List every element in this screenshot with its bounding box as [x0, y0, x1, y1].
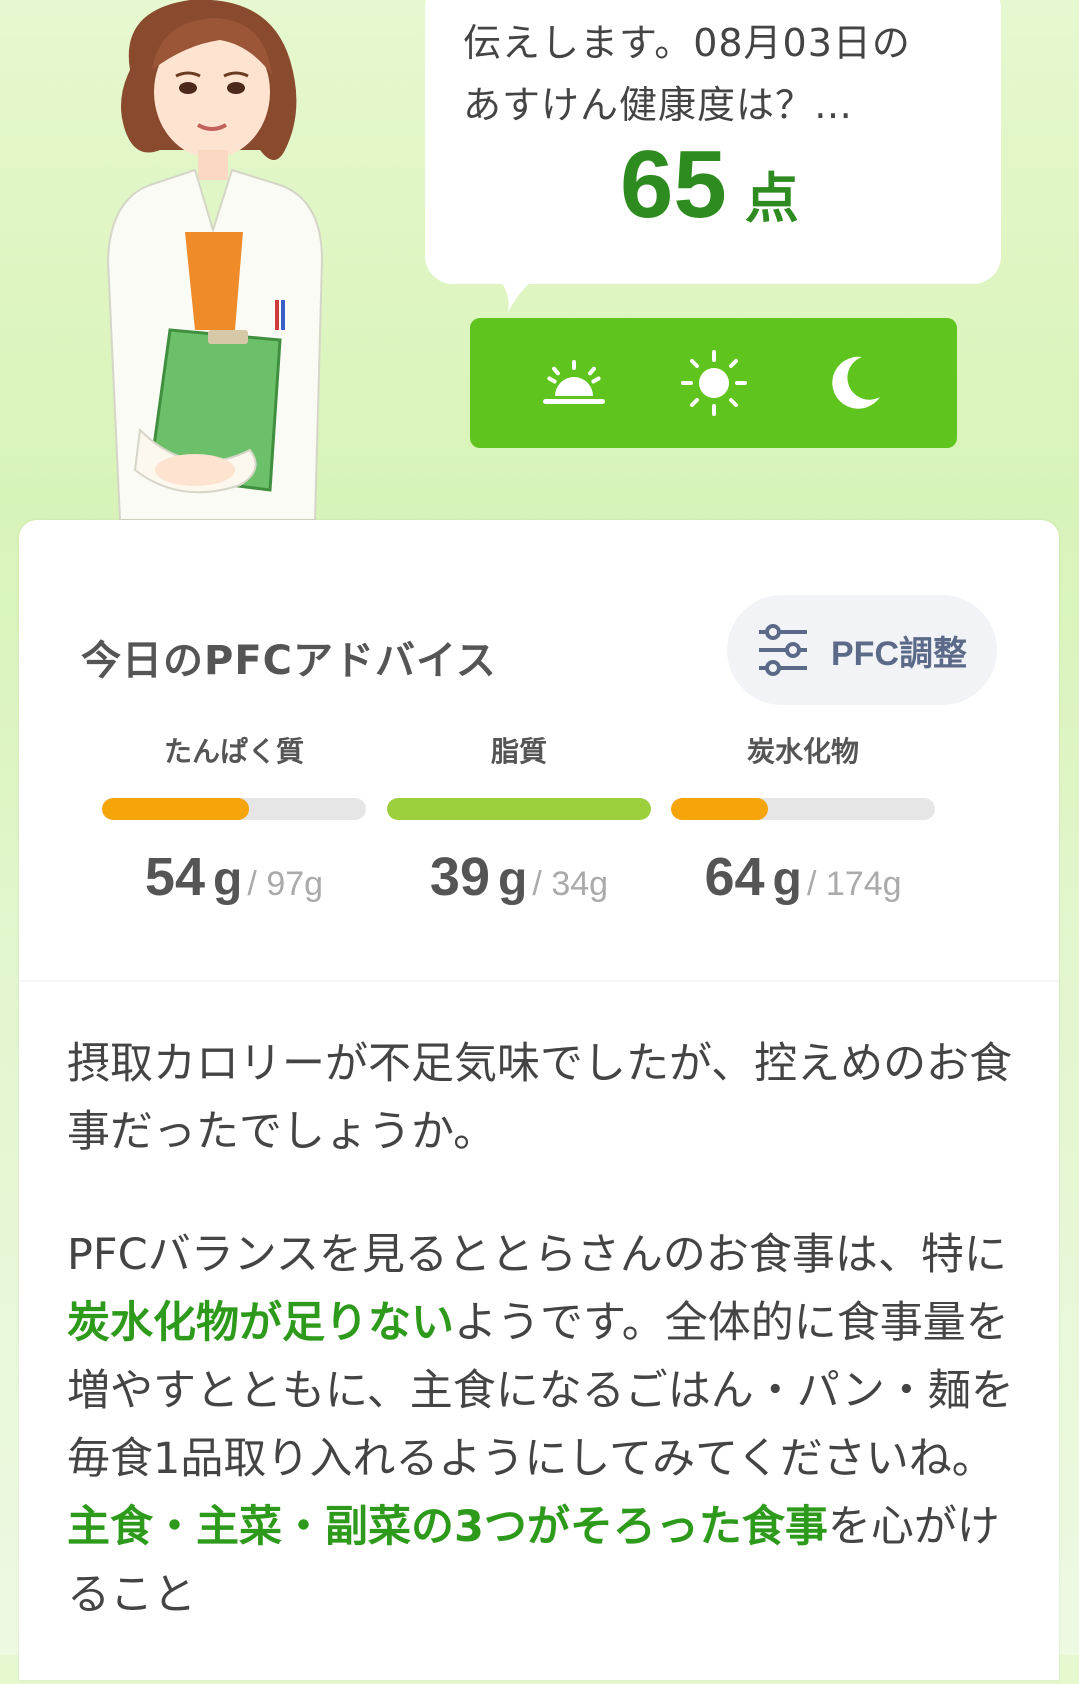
highlight-balanced-meal: 主食・主菜・副菜の3つがそろった食事: [67, 1502, 828, 1552]
progress-track: [671, 798, 935, 820]
progress-fill: [387, 798, 651, 820]
nutrient-amount: 64 g / 174g: [671, 846, 935, 908]
current-amount: 54: [144, 847, 205, 907]
bubble-message: 伝えします。08月03日の あすけん健康度は？…: [463, 12, 983, 136]
current-amount: 39: [429, 847, 490, 907]
nutrient-name: 炭水化物: [746, 735, 859, 768]
sliders-icon: [759, 624, 807, 676]
bubble-line-1: 伝えします。08月03日の: [463, 21, 911, 65]
sunrise-icon: [542, 360, 605, 404]
current-unit: g: [213, 853, 243, 906]
current-amount: 64: [704, 847, 765, 907]
score-unit: 点: [744, 167, 799, 230]
nutrient-fat: 脂質 39 g / 34g: [387, 730, 651, 908]
progress-fill: [102, 798, 250, 820]
divider: [19, 980, 1059, 982]
target-amount: / 97g: [247, 865, 324, 903]
noon-button[interactable]: [644, 333, 784, 433]
nutrient-amount: 54 g / 97g: [102, 846, 366, 908]
pfc-advice-card: 今日のPFCアドバイス PFC調整 たんぱく質 54 g / 97g 脂質 39 g…: [19, 520, 1059, 1680]
target-amount: / 174g: [806, 865, 902, 903]
current-unit: g: [772, 853, 802, 906]
score-value: 65: [620, 131, 727, 238]
night-button[interactable]: [784, 333, 924, 433]
nutrient-name: 脂質: [490, 735, 547, 768]
nutrient-protein: たんぱく質 54 g / 97g: [102, 730, 366, 908]
advice-paragraph-2: PFCバランスを見るととらさんのお食事は、特に炭水化物が足りないようです。全体的…: [67, 1230, 1014, 1620]
sun-icon: [680, 350, 747, 416]
card-title: 今日のPFCアドバイス: [81, 638, 497, 684]
advice-text: 摂取カロリーが不足気味でしたが、控えめのお食事だったでしょうか。 PFCバランス…: [67, 1030, 1037, 1684]
progress-fill: [671, 798, 769, 820]
morning-button[interactable]: [504, 333, 644, 433]
nutrient-name: たんぱく質: [163, 735, 304, 768]
doctor-illustration: [106, 0, 324, 520]
pfc-adjust-label: PFC調整: [831, 634, 967, 673]
nutrient-carbs: 炭水化物 64 g / 174g: [671, 730, 935, 908]
bubble-line-2: あすけん健康度は？…: [463, 83, 854, 127]
moon-icon: [831, 356, 880, 409]
pfc-adjust-button[interactable]: PFC調整: [727, 595, 997, 705]
current-unit: g: [498, 853, 528, 906]
meal-time-selector: [470, 318, 957, 448]
health-score: 65 点: [620, 130, 799, 240]
progress-track: [387, 798, 651, 820]
target-amount: / 34g: [532, 865, 609, 903]
nutrient-amount: 39 g / 34g: [387, 846, 651, 908]
speech-bubble-tail: [490, 270, 550, 312]
advice-paragraph-1: 摂取カロリーが不足気味でしたが、控えめのお食事だったでしょうか。: [67, 1039, 1013, 1157]
progress-track: [102, 798, 366, 820]
highlight-carbs-shortage: 炭水化物が足りない: [67, 1298, 454, 1348]
